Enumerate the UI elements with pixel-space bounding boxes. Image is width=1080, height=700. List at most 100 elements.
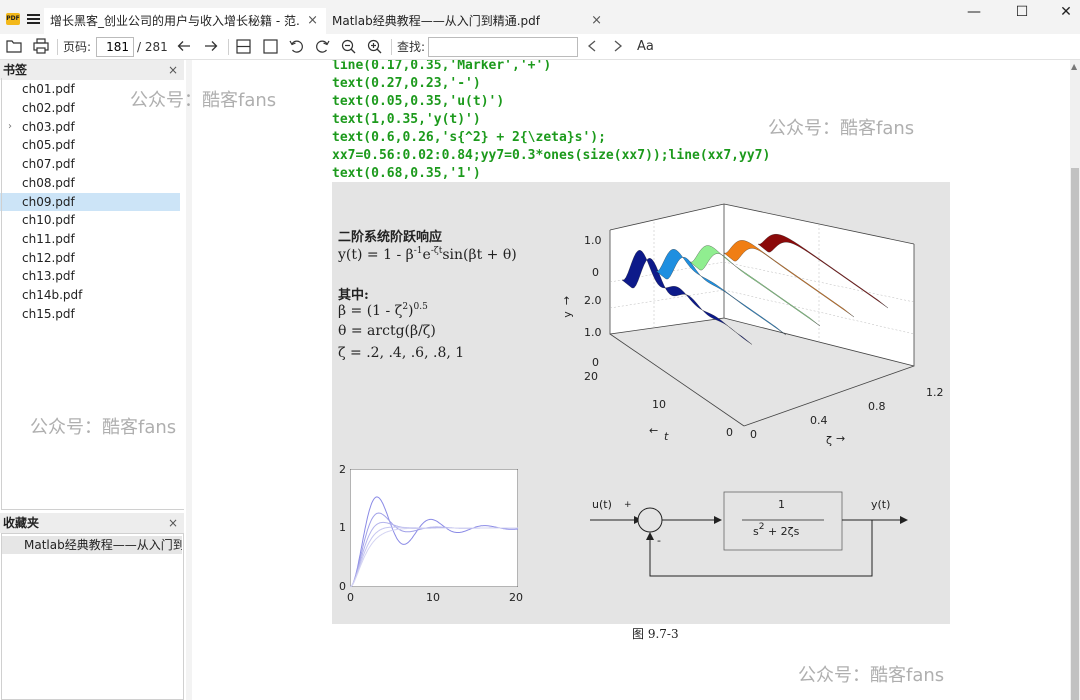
numerator: 1	[778, 498, 785, 511]
arrow-head	[714, 516, 722, 524]
tab-title: 增长黑客_创业公司的用户与收入增长秘籍 - 范...	[50, 14, 300, 28]
bookmarks-panel-header: 书签 ×	[0, 60, 184, 80]
equation-sup: -ζt	[430, 246, 443, 256]
zeta-tick-label: 1.2	[926, 386, 944, 399]
tab-close-icon[interactable]: ×	[307, 8, 318, 34]
maximize-button[interactable]: ☐	[1010, 2, 1034, 22]
surface-frame	[743, 365, 915, 427]
find-previous-icon[interactable]	[587, 40, 597, 60]
favorite-label: Matlab经典教程——从入门到精	[24, 538, 182, 552]
t-tick-label: 0	[726, 426, 733, 439]
bookmarks-title: 书签	[3, 63, 28, 77]
fit-page-icon[interactable]	[263, 39, 278, 59]
z-tick-label: 0	[592, 356, 599, 369]
sidebar: 书签 × ch01.pdf ch02.pdf › ch03.pdf ch05.p…	[0, 60, 186, 700]
bookmark-item[interactable]: › ch03.pdf	[0, 118, 180, 136]
denominator: s2 + 2ζs	[753, 522, 799, 538]
watermark: 公众号：酷客fans	[798, 665, 945, 686]
scrollbar-thumb[interactable]	[1071, 168, 1079, 700]
favorites-close-icon[interactable]: ×	[168, 513, 178, 533]
bookmark-label: ch07.pdf	[22, 157, 75, 171]
bookmark-item[interactable]: ch08.pdf	[0, 174, 180, 192]
scroll-up-icon[interactable]: ▲	[1071, 62, 1077, 71]
z-tick-label: 1.0	[584, 234, 602, 247]
bookmark-item-selected[interactable]: ch09.pdf	[0, 193, 180, 211]
summing-junction	[637, 507, 663, 533]
next-page-icon[interactable]	[204, 40, 218, 60]
equation-zeta: ζ = .2, .4, .6, .8, 1	[338, 345, 465, 361]
fit-width-icon[interactable]	[236, 39, 251, 59]
tab-matlab-tutorial[interactable]: Matlab经典教程——从入门到精通.pdf ×	[326, 8, 610, 34]
document-view: line(0.17,0.35,'Marker','+') text(0.27,0…	[192, 60, 1070, 700]
bookmark-label: ch02.pdf	[22, 101, 75, 115]
y-axis-arrow: →	[560, 295, 574, 306]
z-tick-label: 2.0	[584, 294, 602, 307]
tab-title: Matlab经典教程——从入门到精通.pdf	[332, 14, 540, 28]
bookmark-label: ch10.pdf	[22, 213, 75, 227]
match-case-button[interactable]: Aa	[637, 37, 654, 57]
toolbar-separator	[391, 39, 392, 55]
bookmark-label: ch03.pdf	[22, 120, 75, 134]
close-window-button[interactable]: ✕	[1054, 2, 1078, 22]
equation-y: y(t) = 1 - β-1e-ζtsin(βt + θ)	[338, 246, 517, 263]
bookmark-item[interactable]: ch15.pdf	[0, 305, 180, 323]
bookmark-item[interactable]: ch13.pdf	[0, 267, 180, 285]
y-tick-label: 0	[339, 580, 346, 593]
expand-chevron-icon[interactable]: ›	[8, 118, 12, 136]
title-bar: PDF 增长黑客_创业公司的用户与收入增长秘籍 - 范... × Matlab经…	[0, 0, 1080, 34]
menu-icon[interactable]	[27, 14, 40, 24]
bookmark-label: ch09.pdf	[22, 195, 75, 209]
zeta-tick-label: 0.8	[868, 400, 886, 413]
minimize-button[interactable]: —	[962, 2, 986, 22]
tab-close-icon[interactable]: ×	[591, 8, 602, 34]
bookmark-label: ch15.pdf	[22, 307, 75, 321]
rotate-left-icon[interactable]	[289, 39, 304, 59]
page-total: / 281	[137, 40, 168, 54]
app-logo-icon: PDF	[6, 13, 20, 25]
tab-growth-hacker[interactable]: 增长黑客_创业公司的用户与收入增长秘籍 - 范... ×	[44, 8, 326, 34]
equation-part: sin(βt + θ)	[442, 247, 517, 263]
zoom-in-icon[interactable]	[367, 39, 382, 59]
bookmark-item[interactable]: ch05.pdf	[0, 136, 180, 154]
bookmark-item[interactable]: ch14b.pdf	[0, 286, 180, 304]
find-label: 查找:	[397, 40, 426, 54]
equation-sup: 0.5	[413, 302, 428, 312]
bookmark-label: ch13.pdf	[22, 269, 75, 283]
bookmark-item[interactable]: ch07.pdf	[0, 155, 180, 173]
rotate-right-icon[interactable]	[315, 39, 330, 59]
bookmark-label: ch01.pdf	[22, 82, 75, 96]
search-input[interactable]	[428, 37, 578, 57]
pdf-reader-window: PDF 增长黑客_创业公司的用户与收入增长秘籍 - 范... × Matlab经…	[0, 0, 1080, 700]
bookmark-item[interactable]: ch11.pdf	[0, 230, 180, 248]
t-tick-label: 10	[652, 398, 666, 411]
z-tick-label: 1.0	[584, 326, 602, 339]
print-icon[interactable]	[33, 38, 49, 58]
z-tick-label: 0	[592, 266, 599, 279]
previous-page-icon[interactable]	[177, 40, 191, 60]
bookmark-item[interactable]: ch12.pdf	[0, 249, 180, 267]
favorite-item[interactable]: Matlab经典教程——从入门到精	[2, 536, 182, 554]
zeta-axis-label: ζ	[826, 434, 832, 447]
find-next-icon[interactable]	[613, 40, 623, 60]
equation-part: e	[422, 247, 431, 263]
arrow-head	[900, 516, 908, 524]
bookmark-item[interactable]: ch10.pdf	[0, 211, 180, 229]
bookmarks-close-icon[interactable]: ×	[168, 60, 178, 80]
page-number-input[interactable]	[96, 37, 134, 57]
surface-frame	[609, 333, 745, 427]
equation-sup: -1	[413, 246, 423, 256]
y-axis-label: y	[560, 311, 574, 318]
favorites-list: Matlab经典教程——从入门到精	[1, 533, 184, 700]
zeta-tick-label: 0	[750, 428, 757, 441]
output-label: y(t)	[871, 498, 891, 511]
minus-sign: -	[657, 534, 661, 547]
favorites-panel-header: 收藏夹 ×	[0, 513, 184, 533]
equation-theta: θ = arctg(β/ζ)	[338, 323, 436, 339]
bookmark-label: ch05.pdf	[22, 138, 75, 152]
code-line: text(0.27,0.23,'-')	[332, 76, 481, 91]
favorites-title: 收藏夹	[3, 516, 40, 530]
page-label: 页码:	[63, 40, 92, 54]
zoom-out-icon[interactable]	[341, 39, 356, 59]
x-tick-label: 0	[347, 591, 354, 604]
open-folder-icon[interactable]	[6, 39, 22, 59]
